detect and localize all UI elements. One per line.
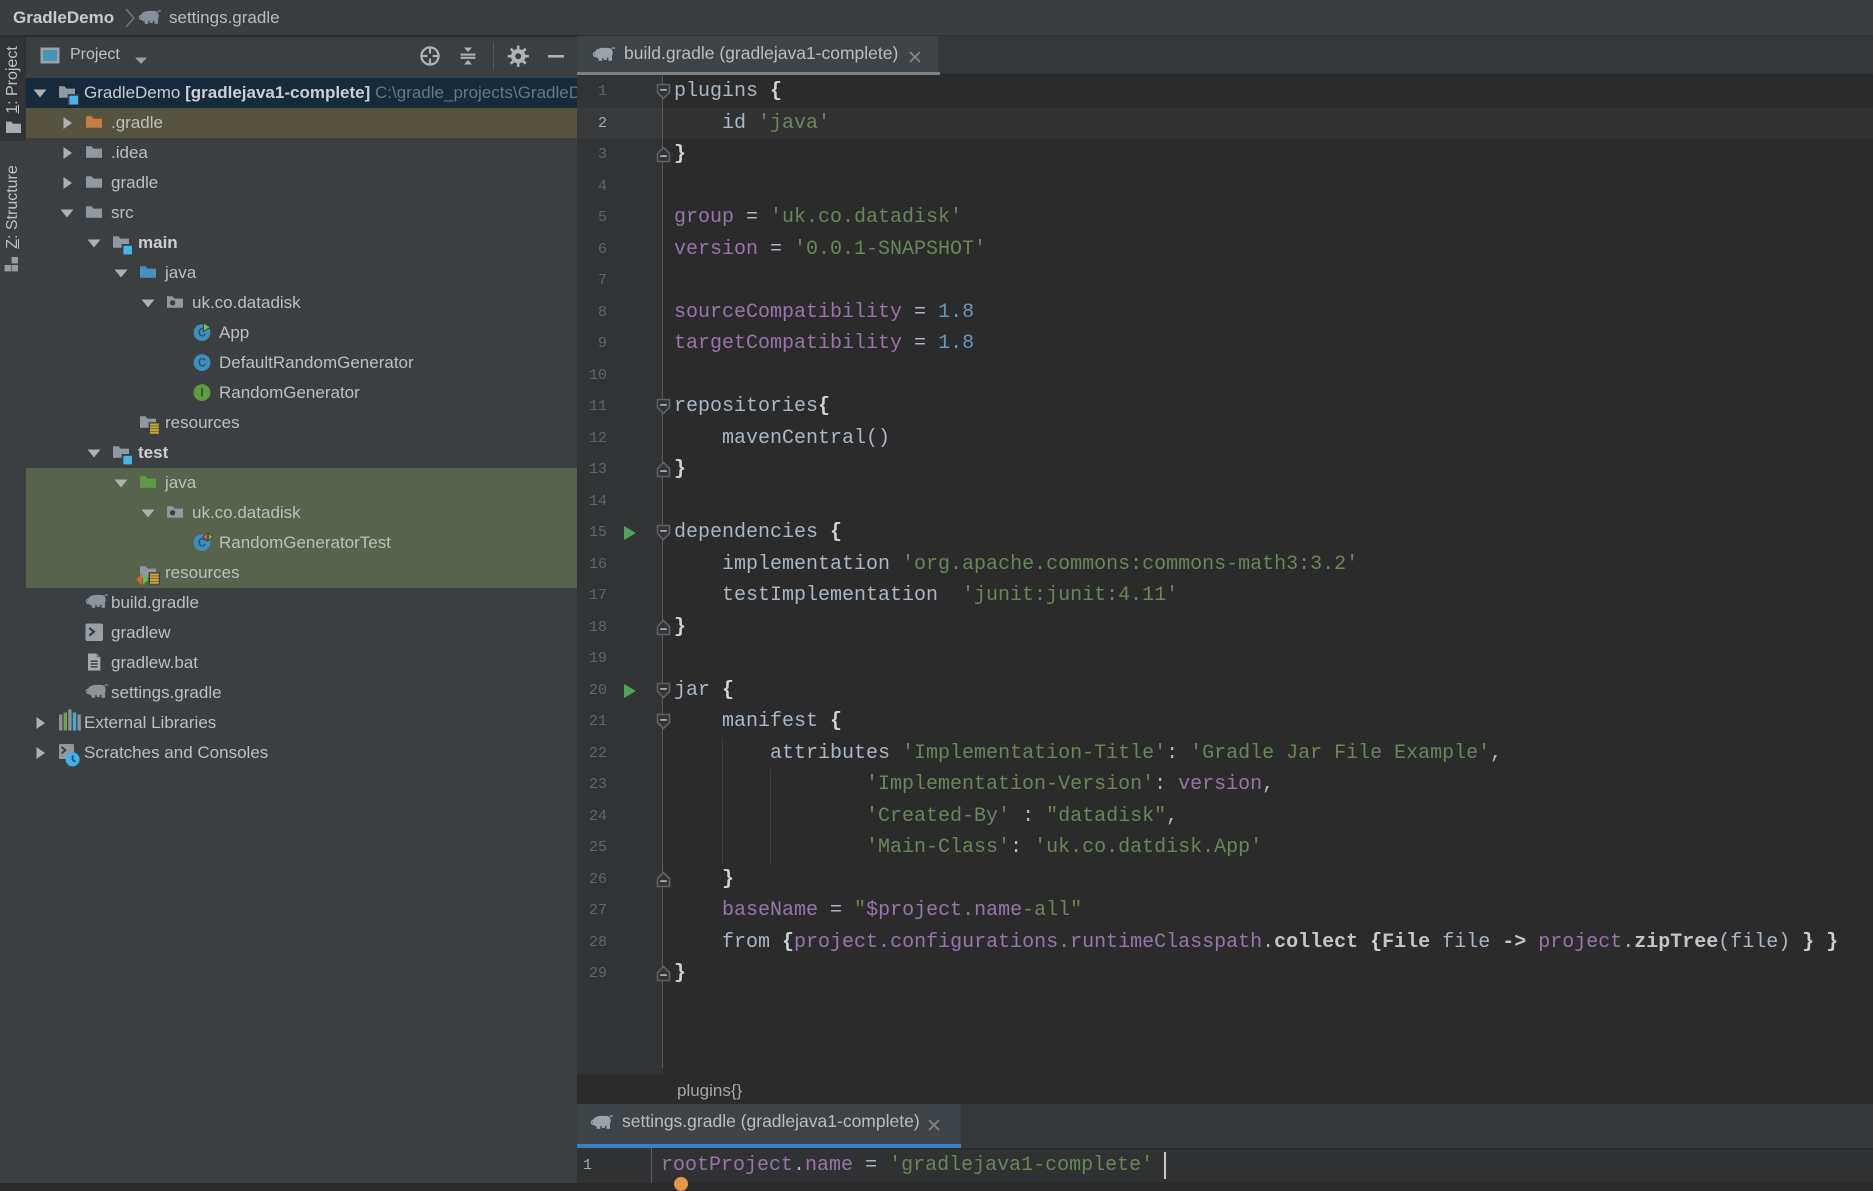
svg-text:C: C [198, 358, 206, 370]
svg-text:I: I [200, 388, 203, 400]
svg-text:C: C [198, 538, 206, 550]
